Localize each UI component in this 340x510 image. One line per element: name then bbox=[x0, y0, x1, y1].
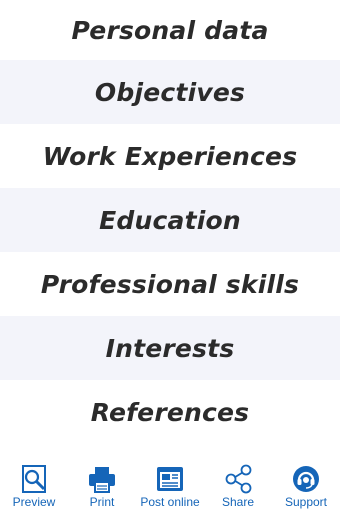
menu-item-professional-skills[interactable]: Professional skills bbox=[0, 252, 340, 316]
menu-item-label: Education bbox=[99, 205, 241, 235]
menu-item-label: Personal data bbox=[71, 15, 269, 45]
browser-icon bbox=[155, 464, 185, 494]
menu-item-personal-data[interactable]: Personal data bbox=[0, 0, 340, 60]
menu-item-education[interactable]: Education bbox=[0, 188, 340, 252]
menu-item-label: Work Experiences bbox=[42, 141, 298, 171]
post-online-label: Post online bbox=[140, 495, 200, 509]
post-online-button[interactable]: Post online bbox=[137, 448, 203, 509]
printer-icon bbox=[87, 464, 117, 494]
share-button[interactable]: Share bbox=[205, 448, 271, 509]
print-button[interactable]: Print bbox=[69, 448, 135, 509]
headset-icon bbox=[291, 464, 321, 494]
support-button[interactable]: Support bbox=[273, 448, 339, 509]
menu-item-references[interactable]: References bbox=[0, 380, 340, 444]
preview-label: Preview bbox=[12, 495, 56, 509]
support-label: Support bbox=[284, 495, 328, 509]
menu-item-interests[interactable]: Interests bbox=[0, 316, 340, 380]
preview-button[interactable]: Preview bbox=[1, 448, 67, 509]
menu-item-label: Interests bbox=[105, 333, 235, 363]
menu-item-objectives[interactable]: Objectives bbox=[0, 60, 340, 124]
menu-item-label: Professional skills bbox=[40, 269, 300, 299]
share-label: Share bbox=[221, 495, 255, 509]
print-label: Print bbox=[89, 495, 115, 509]
menu-item-label: References bbox=[90, 397, 250, 427]
magnifier-icon bbox=[19, 464, 49, 494]
section-menu: Personal data Objectives Work Experience… bbox=[0, 0, 340, 444]
menu-item-label: Objectives bbox=[94, 77, 246, 107]
bottom-toolbar: Preview Print Post online Share Support bbox=[0, 448, 340, 510]
menu-item-work-experiences[interactable]: Work Experiences bbox=[0, 124, 340, 188]
share-icon bbox=[223, 464, 253, 494]
